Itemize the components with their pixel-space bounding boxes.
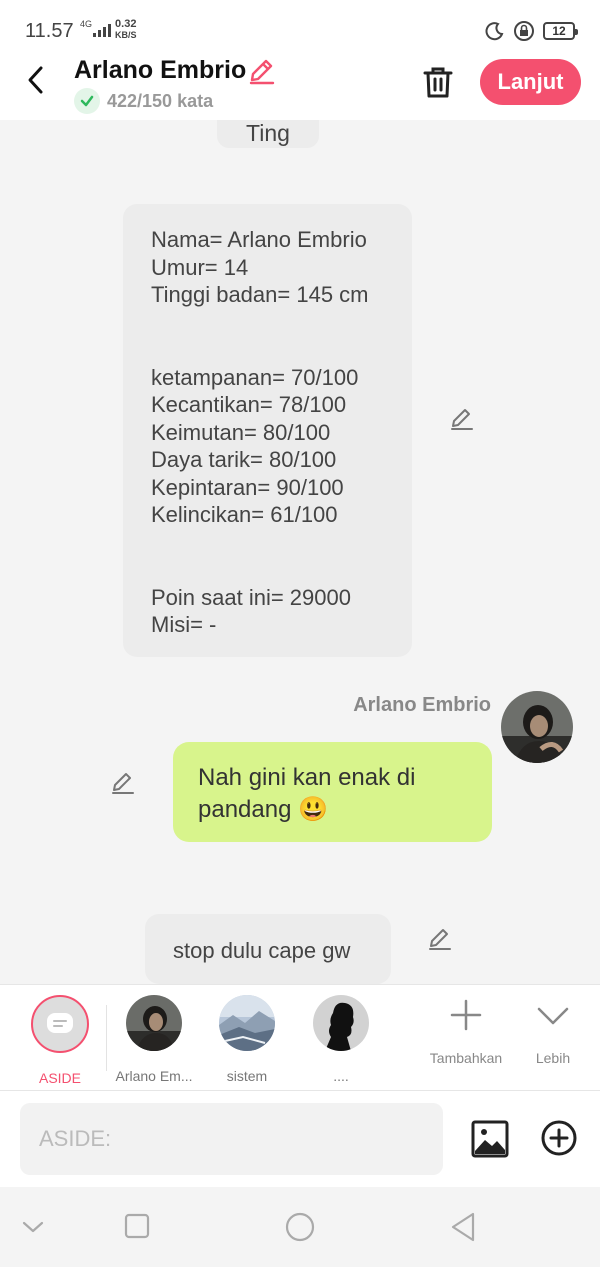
chat-area[interactable]: Ting Nama= Arlano Embrio Umur= 14 Tinggi… [0, 120, 600, 984]
character-label: Arlano Em... [115, 1068, 193, 1084]
speed-value: 0.32 [115, 18, 137, 30]
nav-collapse-icon[interactable] [20, 1211, 46, 1241]
stat-line: ketampanan= 70/100 [151, 364, 359, 390]
user-message-bubble[interactable]: Nah gini kan enak di pandang 😃 [173, 742, 492, 842]
rotation-lock-icon [514, 21, 534, 41]
signal-icon [93, 24, 111, 37]
next-button[interactable]: Lanjut [480, 59, 581, 105]
aside-icon [31, 995, 89, 1053]
character-sistem[interactable]: sistem [207, 995, 287, 1084]
stat-line [151, 336, 384, 364]
add-label: Tambahkan [429, 1050, 503, 1066]
navigation-bar [0, 1187, 600, 1267]
add-circle-icon[interactable] [540, 1119, 578, 1157]
character-unnamed[interactable]: .... [301, 995, 381, 1084]
avatar-silhouette-icon [313, 995, 369, 1051]
network-type: 4G [80, 19, 93, 29]
more-label: Lebih [535, 1050, 571, 1066]
battery-icon: 12 [543, 22, 578, 40]
chat-title: Arlano Embrio [74, 56, 247, 84]
stat-line: Poin saat ini= 29000 [151, 584, 351, 610]
system-message-bubble[interactable]: stop dulu cape gw [145, 914, 391, 984]
character-label: sistem [226, 1068, 268, 1084]
stat-line: Misi= - [151, 612, 217, 637]
chat-header: Arlano Embrio 422/150 kata Lanjut [0, 56, 600, 120]
chevron-down-icon [537, 1007, 569, 1025]
stat-line: Daya tarik= 80/100 [151, 447, 337, 472]
character-selector: ASIDE Arlano Em... sistem .... Tambahkan… [0, 984, 600, 1091]
message-input[interactable] [20, 1103, 443, 1175]
character-arlano[interactable]: Arlano Em... [114, 995, 194, 1084]
nav-home-icon[interactable] [283, 1211, 317, 1245]
plus-icon [450, 999, 482, 1031]
edit-message-icon[interactable] [449, 406, 475, 432]
stat-line [151, 556, 384, 584]
previous-message-bubble[interactable]: Ting [217, 120, 319, 148]
avatar-arlano-icon [126, 995, 182, 1051]
input-area [0, 1091, 600, 1187]
character-aside[interactable]: ASIDE [20, 995, 100, 1086]
status-bar: 11.57 4G 0.32 KB/S 12 [0, 0, 600, 56]
stat-line: Tinggi badan= 145 cm [151, 282, 369, 307]
character-label: .... [333, 1068, 349, 1084]
check-icon [74, 88, 100, 114]
nav-recents-icon[interactable] [122, 1211, 152, 1241]
edit-title-icon[interactable] [246, 56, 276, 86]
status-icons: 12 [485, 20, 578, 42]
sender-name: Arlano Embrio [353, 694, 491, 716]
stat-line [151, 529, 384, 557]
stat-line: Nama= Arlano Embrio [151, 227, 367, 252]
avatar[interactable] [501, 691, 573, 763]
moon-icon [485, 22, 504, 41]
trash-icon[interactable] [420, 64, 456, 100]
more-button[interactable]: Lebih [508, 997, 598, 1066]
stat-line: Keimutan= 80/100 [151, 419, 331, 445]
divider [106, 1005, 107, 1071]
stat-line [151, 309, 384, 337]
edit-message-icon[interactable] [110, 770, 136, 796]
stat-line: Kelincikan= 61/100 [151, 502, 338, 527]
character-label: ASIDE [38, 1070, 81, 1086]
word-count: 422/150 kata [107, 91, 214, 111]
network-speed: 0.32 KB/S [115, 19, 137, 41]
edit-message-icon[interactable] [427, 926, 453, 952]
stat-line: Umur= 14 [151, 254, 249, 280]
stat-line: Kecantikan= 78/100 [151, 392, 347, 417]
image-icon[interactable] [470, 1119, 510, 1159]
stats-message-bubble[interactable]: Nama= Arlano Embrio Umur= 14 Tinggi bada… [123, 204, 412, 657]
stat-line: Kepintaran= 90/100 [151, 474, 344, 500]
add-character-button[interactable]: Tambahkan [421, 997, 511, 1066]
avatar-sistem-icon [219, 995, 275, 1051]
status-time: 11.57 [25, 20, 74, 42]
speed-unit: KB/S [115, 30, 137, 40]
back-arrow-icon[interactable] [20, 64, 52, 96]
nav-back-icon[interactable] [448, 1211, 478, 1243]
